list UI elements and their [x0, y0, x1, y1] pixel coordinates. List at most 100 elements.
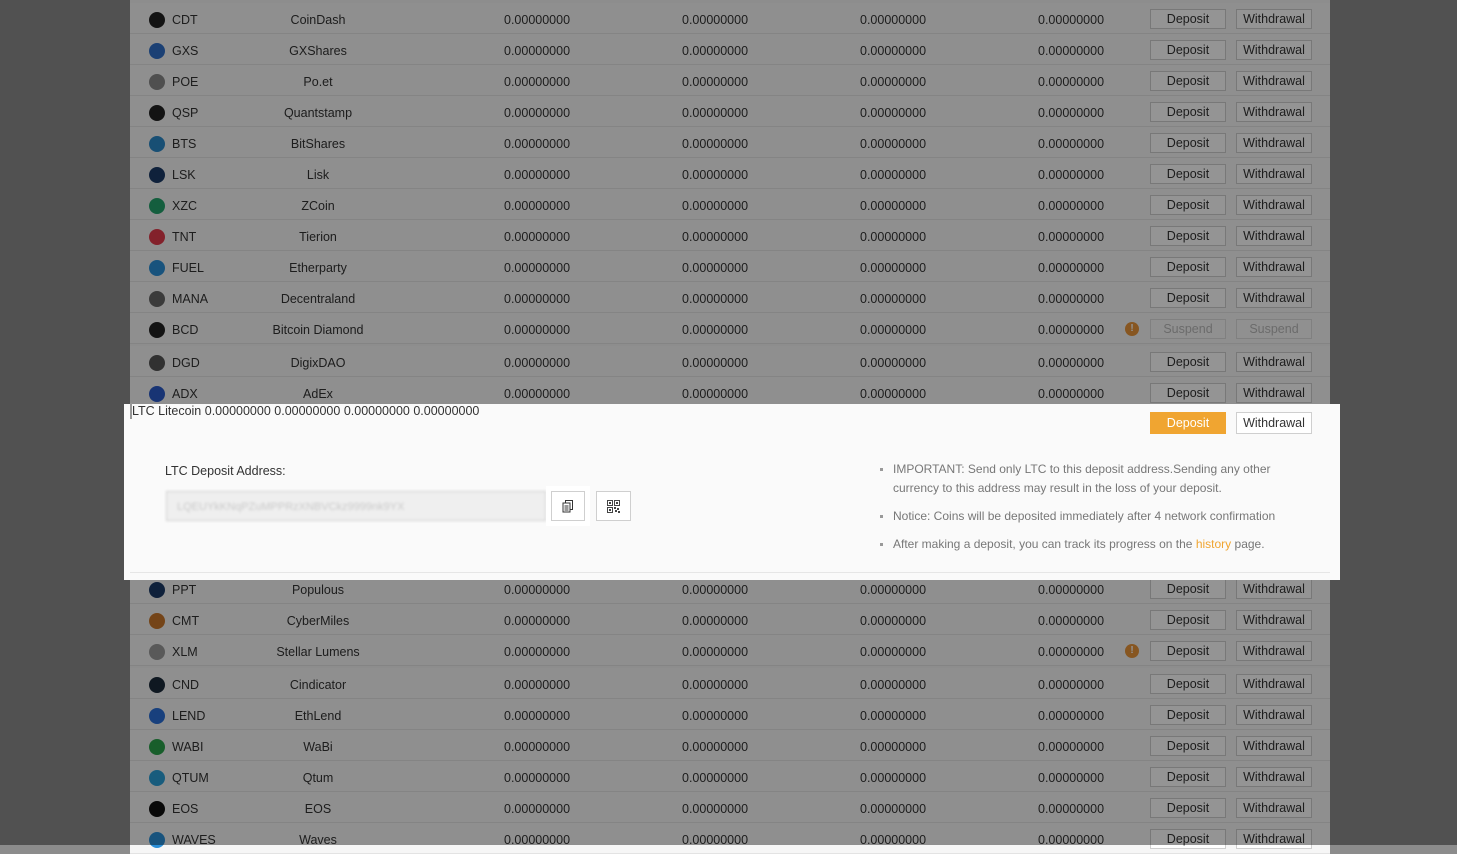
- table-row: POE Po.et 0.00000000 0.00000000 0.00000000 0.…: [130, 65, 1330, 96]
- balance-total: 0.00000000: [504, 106, 571, 120]
- deposit-button[interactable]: Deposit: [1150, 736, 1226, 756]
- coin-symbol: QSP: [172, 106, 199, 120]
- balance-total: 0.00000000: [504, 740, 571, 754]
- balance-btc-value: 0.00000000: [1038, 356, 1105, 370]
- history-link[interactable]: history: [1196, 537, 1231, 551]
- table-row: WABI WaBi 0.00000000 0.00000000 0.00000000 0.…: [130, 730, 1330, 761]
- balance-total: 0.00000000: [504, 356, 571, 370]
- withdrawal-button[interactable]: Withdrawal: [1236, 798, 1312, 818]
- balance-btc-value: 0.00000000: [1038, 802, 1105, 816]
- withdrawal-button[interactable]: Withdrawal: [1236, 133, 1312, 153]
- deposit-button[interactable]: Deposit: [1150, 9, 1226, 29]
- coin-symbol: XZC: [172, 199, 197, 213]
- balance-total: 0.00000000: [504, 645, 571, 659]
- withdrawal-button[interactable]: Withdrawal: [1236, 383, 1312, 403]
- deposit-address-label: LTC Deposit Address:: [165, 464, 286, 478]
- balance-available: 0.00000000: [682, 645, 749, 659]
- deposit-button[interactable]: Deposit: [1150, 798, 1226, 818]
- withdrawal-button[interactable]: Withdrawal: [1236, 352, 1312, 372]
- withdrawal-button[interactable]: Withdrawal: [1236, 829, 1312, 849]
- deposit-button[interactable]: Deposit: [1150, 705, 1226, 725]
- coin-symbol: XLM: [172, 645, 198, 659]
- balance-in-order: 0.00000000: [860, 261, 927, 275]
- withdrawal-button[interactable]: Withdrawal: [1236, 705, 1312, 725]
- withdrawal-button[interactable]: Withdrawal: [1236, 412, 1312, 434]
- coin-name: Litecoin: [158, 404, 202, 418]
- withdrawal-button[interactable]: Withdrawal: [1236, 164, 1312, 184]
- balance-total: 0.00000000: [204, 404, 271, 418]
- deposit-button[interactable]: Deposit: [1150, 579, 1226, 599]
- withdrawal-button[interactable]: Withdrawal: [1236, 102, 1312, 122]
- withdrawal-button[interactable]: Withdrawal: [1236, 40, 1312, 60]
- withdrawal-button[interactable]: Withdrawal: [1236, 579, 1312, 599]
- withdrawal-button[interactable]: Withdrawal: [1236, 195, 1312, 215]
- coin-symbol: LSK: [172, 168, 196, 182]
- balance-available: 0.00000000: [682, 106, 749, 120]
- withdrawal-button[interactable]: Withdrawal: [1236, 736, 1312, 756]
- balance-total: 0.00000000: [504, 261, 571, 275]
- coin-symbol: POE: [172, 75, 199, 89]
- balance-available: 0.00000000: [274, 404, 341, 418]
- withdrawal-button[interactable]: Withdrawal: [1236, 641, 1312, 661]
- cybermiles-icon: [149, 613, 165, 629]
- deposit-button[interactable]: Deposit: [1150, 674, 1226, 694]
- copy-address-button[interactable]: [546, 486, 590, 526]
- table-row: GXS GXShares 0.00000000 0.00000000 0.0000000…: [130, 34, 1330, 65]
- deposit-address-field[interactable]: LQEUYkKNqPZuMPPRzXNBVCkz9999nk9YX: [166, 491, 546, 521]
- deposit-button[interactable]: Deposit: [1150, 829, 1226, 849]
- withdrawal-button[interactable]: Withdrawal: [1236, 288, 1312, 308]
- qr-code-button[interactable]: [596, 491, 631, 521]
- deposit-button[interactable]: Deposit: [1150, 383, 1226, 403]
- deposit-button[interactable]: Deposit: [1150, 40, 1226, 60]
- balance-total: 0.00000000: [504, 168, 571, 182]
- withdrawal-button[interactable]: Withdrawal: [1236, 674, 1312, 694]
- deposit-button[interactable]: Deposit: [1150, 412, 1226, 434]
- coin-name: CoinDash: [290, 13, 346, 27]
- balance-btc-value: 0.00000000: [1038, 199, 1105, 213]
- balance-available: 0.00000000: [682, 356, 749, 370]
- deposit-button[interactable]: Deposit: [1150, 288, 1226, 308]
- deposit-button[interactable]: Deposit: [1150, 257, 1226, 277]
- balance-btc-value: 0.00000000: [1038, 678, 1105, 692]
- withdrawal-button[interactable]: Withdrawal: [1236, 767, 1312, 787]
- deposit-button[interactable]: Deposit: [1150, 71, 1226, 91]
- deposit-button[interactable]: Deposit: [1150, 641, 1226, 661]
- eos-icon: [149, 801, 165, 817]
- deposit-button[interactable]: Deposit: [1150, 195, 1226, 215]
- ethlend-icon: [149, 708, 165, 724]
- balance-in-order: 0.00000000: [860, 645, 927, 659]
- balance-total: 0.00000000: [504, 230, 571, 244]
- withdrawal-button[interactable]: Withdrawal: [1236, 610, 1312, 630]
- table-row: BCD Bitcoin Diamond 0.00000000 0.00000000 0.…: [130, 313, 1330, 344]
- deposit-button[interactable]: Deposit: [1150, 102, 1226, 122]
- balance-total: 0.00000000: [504, 583, 571, 597]
- coindash-icon: [149, 12, 165, 28]
- poet-icon: [149, 74, 165, 90]
- gxshares-icon: [149, 43, 165, 59]
- withdrawal-button[interactable]: Withdrawal: [1236, 9, 1312, 29]
- balance-available: 0.00000000: [682, 230, 749, 244]
- coin-name: Populous: [291, 583, 345, 597]
- withdrawal-button[interactable]: Withdrawal: [1236, 226, 1312, 246]
- balance-total: 0.00000000: [504, 137, 571, 151]
- panel-divider: [130, 572, 1330, 573]
- balance-btc-value: 0.00000000: [1038, 168, 1105, 182]
- withdrawal-button[interactable]: Withdrawal: [1236, 71, 1312, 91]
- balance-available: 0.00000000: [682, 583, 749, 597]
- deposit-button[interactable]: Deposit: [1150, 767, 1226, 787]
- table-row: EOS EOS 0.00000000 0.00000000 0.00000000 0.00…: [130, 792, 1330, 823]
- balance-total: 0.00000000: [504, 199, 571, 213]
- balance-in-order: 0.00000000: [860, 137, 927, 151]
- deposit-button[interactable]: Deposit: [1150, 133, 1226, 153]
- balance-in-order: 0.00000000: [860, 771, 927, 785]
- balance-total: 0.00000000: [504, 614, 571, 628]
- deposit-notes: IMPORTANT: Send only LTC to this deposit…: [878, 460, 1288, 563]
- deposit-button[interactable]: Deposit: [1150, 226, 1226, 246]
- table-row: CND Cindicator 0.00000000 0.00000000 0.00000…: [130, 668, 1330, 699]
- balance-total: 0.00000000: [504, 678, 571, 692]
- deposit-button[interactable]: Deposit: [1150, 610, 1226, 630]
- withdrawal-button[interactable]: Withdrawal: [1236, 257, 1312, 277]
- deposit-button[interactable]: Deposit: [1150, 164, 1226, 184]
- coin-symbol: MANA: [172, 292, 209, 306]
- deposit-button[interactable]: Deposit: [1150, 352, 1226, 372]
